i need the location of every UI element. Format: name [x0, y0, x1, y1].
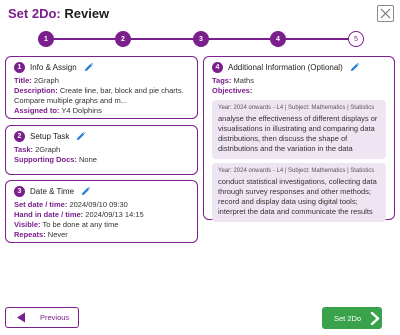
section-number-badge: 2 — [14, 130, 25, 142]
objective-meta: Year: 2024 onwards - L4 | Subject: Mathe… — [218, 168, 375, 174]
title-main: Review — [64, 6, 110, 21]
info-assign-heading: Info & Assign — [30, 62, 77, 72]
visible-value: To be done at any time — [42, 220, 119, 229]
chevron-right-icon — [370, 311, 380, 325]
set-2do-label: Set 2Do — [334, 313, 362, 323]
step-3[interactable]: 3 — [193, 31, 209, 47]
pencil-icon[interactable] — [75, 131, 86, 142]
tags-label: Tags: — [212, 76, 232, 85]
section-number-badge: 1 — [14, 61, 25, 73]
info-assign-card: 1 Info & Assign Title: 2Graph Descriptio… — [5, 56, 198, 119]
docs-value: None — [79, 155, 97, 164]
title-value: 2Graph — [33, 76, 59, 85]
objective-item: Year: 2024 onwards - L4 | Subject: Mathe… — [212, 100, 386, 159]
step-2[interactable]: 2 — [115, 31, 131, 47]
objectives-label: Objectives: — [212, 86, 253, 95]
step-4[interactable]: 4 — [270, 31, 286, 47]
pencil-icon[interactable] — [349, 62, 360, 73]
previous-label: Previous — [40, 313, 70, 322]
set-date-label: Set date / time: — [14, 200, 68, 209]
repeats-value: Never — [47, 230, 68, 239]
title-accent: Set 2Do: — [8, 6, 61, 21]
additional-info-heading: Additional Information (Optional) — [228, 62, 343, 72]
pencil-icon[interactable] — [83, 62, 94, 73]
chevron-left-icon — [17, 312, 25, 323]
description-label: Description: — [14, 86, 58, 95]
previous-button[interactable]: Previous — [5, 307, 79, 328]
objective-text: analyse the effectiveness of different d… — [218, 114, 378, 153]
objective-meta: Year: 2024 onwards - L4 | Subject: Mathe… — [218, 105, 375, 111]
close-icon — [380, 8, 391, 19]
assigned-label: Assigned to: — [14, 106, 60, 115]
docs-label: Supporting Docs: — [14, 155, 77, 164]
date-time-card: 3 Date & Time Set date / time: 2024/09/1… — [5, 180, 198, 243]
setup-task-heading: Setup Task — [30, 131, 70, 141]
additional-info-card: 4 Additional Information (Optional) Tags… — [203, 56, 395, 222]
progress-stepper: 1 2 3 4 5 — [38, 31, 364, 47]
visible-label: Visible: — [14, 220, 41, 229]
title-label: Title: — [14, 76, 32, 85]
handin-date-value: 2024/09/13 14:15 — [85, 210, 144, 219]
date-time-heading: Date & Time — [30, 186, 75, 196]
tags-value: Maths — [233, 76, 254, 85]
pencil-icon[interactable] — [80, 186, 91, 197]
repeats-label: Repeats: — [14, 230, 46, 239]
step-5[interactable]: 5 — [348, 31, 364, 47]
objective-text: conduct statistical investigations, coll… — [218, 177, 377, 216]
close-button[interactable] — [377, 5, 394, 22]
task-label: Task: — [14, 145, 34, 154]
assigned-value: Y4 Dolphins — [61, 106, 102, 115]
set-date-value: 2024/09/10 09:30 — [69, 200, 128, 209]
set-2do-button[interactable]: Set 2Do — [322, 307, 382, 329]
objective-item: Year: 2024 onwards - L4 | Subject: Mathe… — [212, 163, 386, 222]
section-number-badge: 4 — [212, 61, 223, 73]
section-number-badge: 3 — [14, 185, 25, 197]
page-title: Set 2Do: Review — [8, 6, 109, 21]
setup-task-card: 2 Setup Task Task: 2Graph Supporting Doc… — [5, 125, 198, 175]
step-1[interactable]: 1 — [38, 31, 54, 47]
task-value: 2Graph — [35, 145, 61, 154]
handin-date-label: Hand in date / time: — [14, 210, 84, 219]
